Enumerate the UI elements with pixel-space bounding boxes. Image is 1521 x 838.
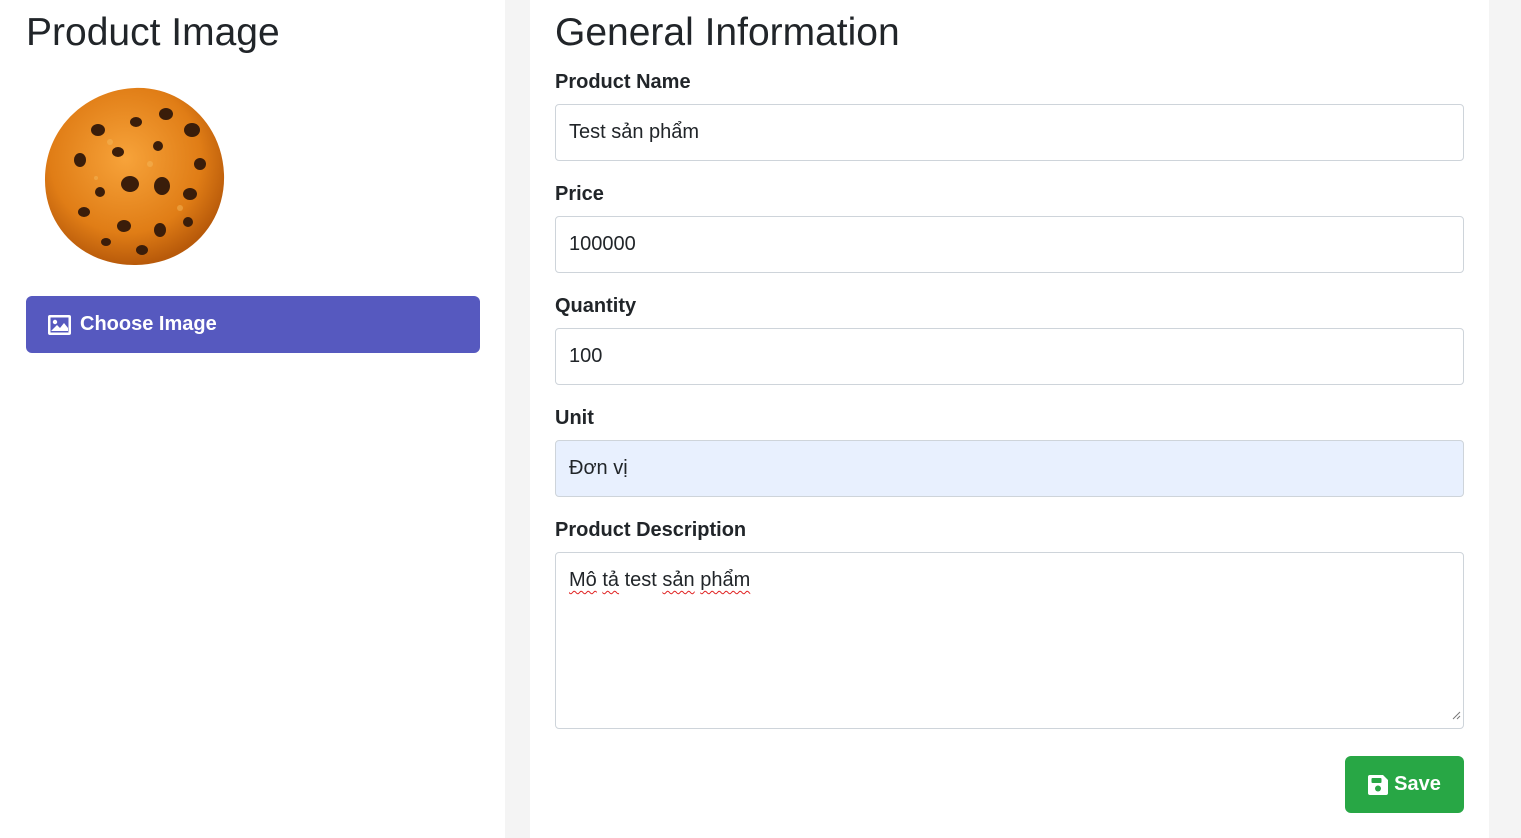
choose-image-button[interactable]: Choose Image xyxy=(26,296,480,353)
product-image-title: Product Image xyxy=(26,11,280,54)
product-image-panel: Product Image Choose Image xyxy=(0,0,505,838)
quantity-input[interactable]: 100 xyxy=(555,328,1464,385)
save-button[interactable]: Save xyxy=(1345,756,1464,813)
choose-image-label: Choose Image xyxy=(80,313,217,335)
product-name-input[interactable]: Test sản phẩm xyxy=(555,104,1464,161)
page: Product Image Choose Image General Infor… xyxy=(0,0,1521,838)
image-icon xyxy=(48,314,71,335)
description-word: tả xyxy=(602,569,620,591)
general-information-panel: General Information Product Name Test sả… xyxy=(530,0,1489,838)
floppy-disk-icon xyxy=(1368,774,1389,795)
general-information-title: General Information xyxy=(555,11,900,54)
price-value: 100000 xyxy=(569,233,636,255)
resize-handle-icon[interactable] xyxy=(1452,703,1461,726)
description-word: test xyxy=(624,569,657,591)
description-word: phẩm xyxy=(700,569,751,591)
product-name-value: Test sản phẩm xyxy=(569,121,700,143)
description-text: Mô tả test sản phẩm xyxy=(569,569,750,591)
price-input[interactable]: 100000 xyxy=(555,216,1464,273)
product-description-label: Product Description xyxy=(555,519,747,541)
quantity-value: 100 xyxy=(569,345,603,367)
description-word: Mô xyxy=(569,569,597,591)
price-label: Price xyxy=(555,183,604,205)
unit-input[interactable]: Đơn vị xyxy=(555,440,1464,497)
quantity-label: Quantity xyxy=(555,295,637,317)
product-description-textarea[interactable]: Mô tả test sản phẩm xyxy=(555,552,1464,729)
product-name-label: Product Name xyxy=(555,71,691,93)
unit-value: Đơn vị xyxy=(569,457,628,479)
save-label: Save xyxy=(1394,773,1441,795)
unit-label: Unit xyxy=(555,407,594,429)
product-image xyxy=(40,82,230,270)
description-word: sản xyxy=(662,569,695,591)
